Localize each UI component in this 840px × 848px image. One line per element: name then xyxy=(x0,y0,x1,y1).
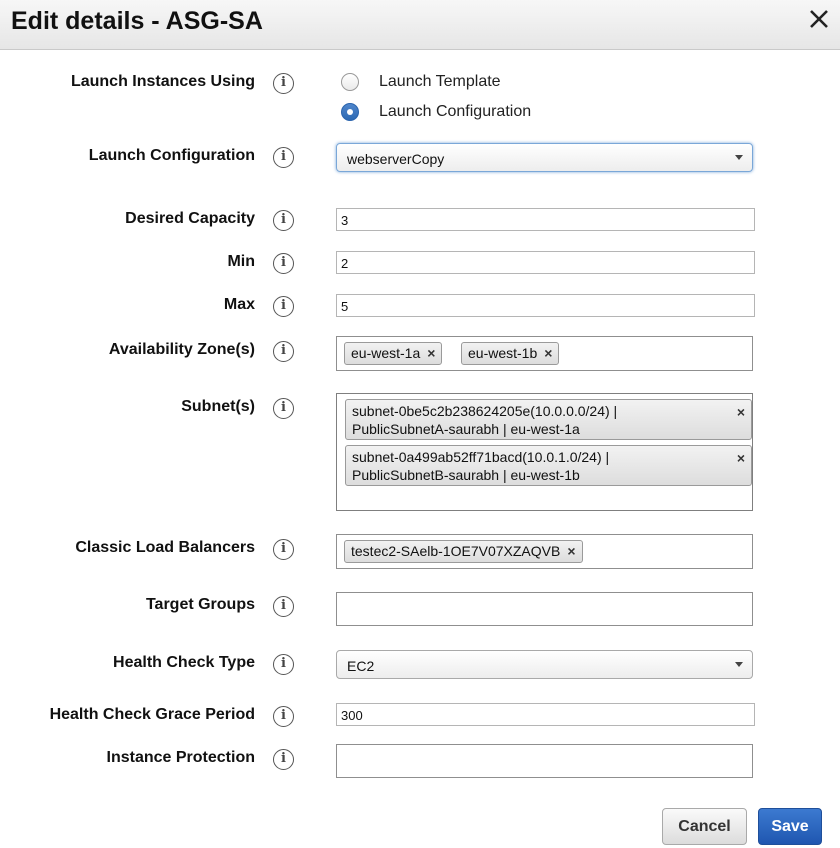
subnet-tag-line1: subnet-0a499ab52ff71bacd(10.0.1.0/24) | xyxy=(352,449,610,465)
save-button[interactable]: Save xyxy=(758,808,822,845)
min-label: Min xyxy=(227,253,255,270)
radio-label-launch-configuration: Launch Configuration xyxy=(379,103,532,120)
availability-zones-label: Availability Zone(s) xyxy=(108,341,255,358)
info-icon[interactable]: i xyxy=(273,706,294,727)
info-icon[interactable]: i xyxy=(273,749,294,770)
min-input[interactable]: 2 xyxy=(336,251,755,274)
subnet-tag: subnet-0be5c2b238624205e(10.0.0.0/24) | … xyxy=(345,399,752,440)
info-icon[interactable]: i xyxy=(273,539,294,560)
chevron-down-icon xyxy=(735,155,743,160)
health-check-grace-period-label: Health Check Grace Period xyxy=(49,706,255,723)
info-icon[interactable]: i xyxy=(273,147,294,168)
desired-capacity-label: Desired Capacity xyxy=(125,210,255,227)
info-icon[interactable]: i xyxy=(273,296,294,317)
remove-tag-icon[interactable]: × xyxy=(737,403,745,421)
subnet-tag: subnet-0a499ab52ff71bacd(10.0.1.0/24) | … xyxy=(345,445,752,486)
info-icon[interactable]: i xyxy=(273,398,294,419)
health-check-type-label: Health Check Type xyxy=(113,654,255,671)
dialog-title: Edit details - ASG-SA xyxy=(11,7,263,35)
radio-launch-configuration[interactable]: Launch Configuration xyxy=(341,103,531,121)
radio-button-checked[interactable] xyxy=(341,103,359,121)
launch-configuration-label: Launch Configuration xyxy=(88,147,255,164)
launch-configuration-select[interactable]: webserverCopy xyxy=(336,143,753,172)
desired-capacity-input[interactable]: 3 xyxy=(336,208,755,231)
availability-zones-input[interactable]: eu-west-1a × eu-west-1b × xyxy=(336,336,753,371)
load-balancer-tag: testec2-SAelb-1OE7V07XZAQVB × xyxy=(344,540,583,563)
subnet-tag-line2: PublicSubnetB-saurabh | eu-west-1b xyxy=(352,467,580,483)
dialog-header: Edit details - ASG-SA xyxy=(0,0,840,50)
health-check-type-select[interactable]: EC2 xyxy=(336,650,753,679)
radio-label-launch-template: Launch Template xyxy=(379,73,501,90)
subnets-input[interactable]: subnet-0be5c2b238624205e(10.0.0.0/24) | … xyxy=(336,393,753,511)
az-tag: eu-west-1b × xyxy=(461,342,560,365)
info-icon[interactable]: i xyxy=(273,73,294,94)
remove-tag-icon[interactable]: × xyxy=(737,449,745,467)
subnet-tag-line2: PublicSubnetA-saurabh | eu-west-1a xyxy=(352,421,580,437)
launch-using-label: Launch Instances Using xyxy=(70,73,255,90)
info-icon[interactable]: i xyxy=(273,596,294,617)
instance-protection-input[interactable] xyxy=(336,744,753,778)
cancel-button[interactable]: Cancel xyxy=(662,808,747,845)
instance-protection-label: Instance Protection xyxy=(106,749,255,766)
remove-tag-icon[interactable]: × xyxy=(544,345,552,361)
classic-load-balancers-label: Classic Load Balancers xyxy=(75,539,255,556)
az-tag-label: eu-west-1a xyxy=(351,345,421,361)
target-groups-label: Target Groups xyxy=(145,596,255,613)
target-groups-input[interactable] xyxy=(336,592,753,626)
info-icon[interactable]: i xyxy=(273,253,294,274)
classic-load-balancers-input[interactable]: testec2-SAelb-1OE7V07XZAQVB × xyxy=(336,534,753,569)
remove-tag-icon[interactable]: × xyxy=(567,543,575,559)
max-label: Max xyxy=(223,296,255,313)
subnets-label: Subnet(s) xyxy=(181,398,255,415)
az-tag: eu-west-1a × xyxy=(344,342,443,365)
remove-tag-icon[interactable]: × xyxy=(427,345,435,361)
radio-button-unchecked[interactable] xyxy=(341,73,359,91)
radio-launch-template[interactable]: Launch Template xyxy=(341,73,501,91)
subnet-tag-line1: subnet-0be5c2b238624205e(10.0.0.0/24) | xyxy=(352,403,618,419)
chevron-down-icon xyxy=(735,662,743,667)
load-balancer-tag-label: testec2-SAelb-1OE7V07XZAQVB xyxy=(351,543,561,559)
info-icon[interactable]: i xyxy=(273,341,294,362)
max-input[interactable]: 5 xyxy=(336,294,755,317)
health-check-grace-period-input[interactable]: 300 xyxy=(336,703,755,726)
health-check-type-value: EC2 xyxy=(347,658,375,674)
info-icon[interactable]: i xyxy=(273,654,294,675)
close-icon[interactable] xyxy=(808,8,830,30)
az-tag-label: eu-west-1b xyxy=(468,345,538,361)
info-icon[interactable]: i xyxy=(273,210,294,231)
launch-configuration-value: webserverCopy xyxy=(347,151,445,167)
